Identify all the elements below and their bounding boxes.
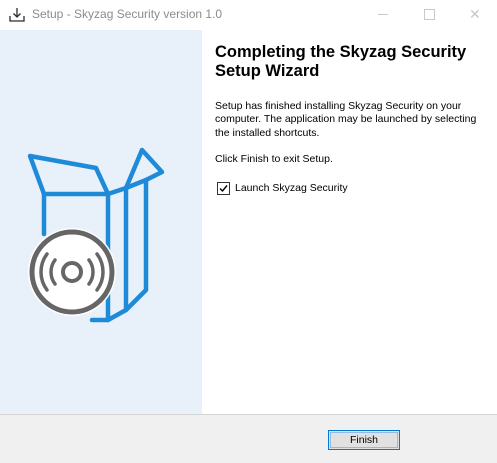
close-button[interactable]: ✕ — [452, 0, 497, 30]
wizard-banner — [0, 30, 202, 414]
software-box-with-disc-icon — [22, 142, 182, 332]
title-bar: Setup - Skyzag Security version 1.0 ✕ — [0, 0, 497, 30]
wizard-heading: Completing the Skyzag Security Setup Wiz… — [215, 43, 467, 80]
wizard-footer: Finish — [0, 415, 497, 463]
exit-instruction: Click Finish to exit Setup. — [215, 153, 333, 165]
minimize-button[interactable] — [360, 0, 406, 30]
wizard-description: Setup has finished installing Skyzag Sec… — [215, 100, 477, 139]
minimize-icon — [378, 14, 388, 15]
wizard-content: Completing the Skyzag Security Setup Wiz… — [202, 30, 497, 414]
maximize-button[interactable] — [406, 0, 452, 30]
maximize-icon — [424, 9, 435, 20]
finish-button[interactable]: Finish — [328, 430, 400, 450]
close-icon: ✕ — [469, 6, 481, 22]
window-title: Setup - Skyzag Security version 1.0 — [32, 7, 223, 21]
setup-window: Setup - Skyzag Security version 1.0 ✕ Co… — [0, 0, 497, 463]
checkmark-icon — [219, 185, 228, 193]
launch-checkbox[interactable] — [217, 182, 230, 195]
launch-checkbox-label[interactable]: Launch Skyzag Security — [235, 182, 348, 194]
setup-download-icon — [8, 6, 26, 24]
